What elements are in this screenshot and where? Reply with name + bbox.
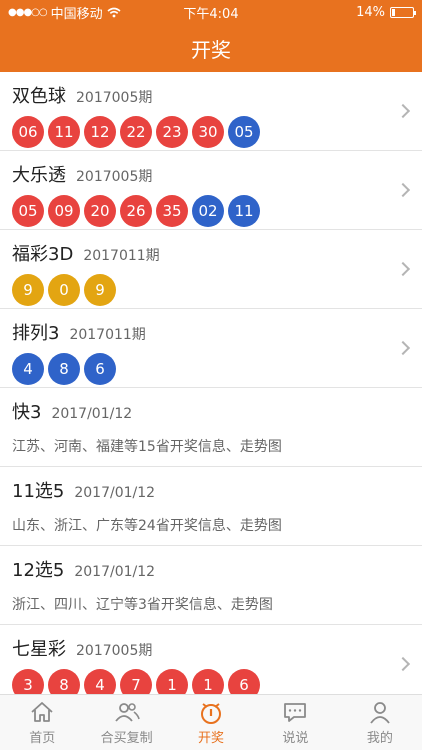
lottery-row-header: 双色球 2017005期 bbox=[12, 72, 410, 108]
lottery-period: 2017/01/12 bbox=[51, 406, 133, 422]
tab-label: 说说 bbox=[282, 731, 309, 746]
nav-bar: 开奖 bbox=[0, 24, 422, 72]
users-icon bbox=[114, 703, 140, 722]
lottery-title: 排列3 bbox=[12, 323, 60, 344]
red-ball: 35 bbox=[156, 195, 188, 227]
lottery-row-header: 排列3 2017011期 bbox=[12, 309, 410, 345]
lottery-row-header: 11选5 2017/01/12 bbox=[12, 467, 410, 503]
yellow-ball: 9 bbox=[12, 274, 44, 306]
tab-chat[interactable]: 说说 bbox=[253, 695, 337, 750]
lottery-row[interactable]: 快3 2017/01/12 江苏、河南、福建等15省开奖信息、走势图 bbox=[0, 388, 422, 467]
ball-group: 486 bbox=[12, 353, 410, 385]
lottery-row[interactable]: 11选5 2017/01/12 山东、浙江、广东等24省开奖信息、走势图 bbox=[0, 467, 422, 546]
lottery-period: 2017005期 bbox=[76, 643, 153, 659]
tab-label: 首页 bbox=[29, 731, 56, 746]
blue-ball: 6 bbox=[84, 353, 116, 385]
tab-label: 开奖 bbox=[198, 731, 225, 746]
tab-label: 合买复制 bbox=[100, 731, 153, 746]
lottery-description: 江苏、河南、福建等15省开奖信息、走势图 bbox=[12, 439, 282, 455]
yellow-ball: 9 bbox=[84, 274, 116, 306]
lottery-row-header: 快3 2017/01/12 bbox=[12, 388, 410, 424]
lottery-list: 双色球 2017005期 06 11 12 22 23 30 05 大乐透 2017005期 05 09… bbox=[0, 72, 422, 694]
lottery-row-header: 福彩3D 2017011期 bbox=[12, 230, 410, 266]
lottery-period: 2017005期 bbox=[76, 169, 153, 185]
lottery-row[interactable]: 双色球 2017005期 06 11 12 22 23 30 05 bbox=[0, 72, 422, 151]
wifi-icon bbox=[107, 7, 121, 17]
page-title: 开奖 bbox=[191, 37, 231, 62]
tab-lottery[interactable]: 开奖 bbox=[169, 695, 253, 750]
lottery-description: 山东、浙江、广东等24省开奖信息、走势图 bbox=[12, 518, 282, 534]
signal-icon: ●●●○○ bbox=[8, 6, 48, 18]
tab-home[interactable]: 首页 bbox=[0, 695, 84, 750]
status-bar: ●●●○○ 中国移动 下午4:04 14% bbox=[0, 0, 422, 24]
tab-bar: 首页 合买复制 开奖 说说 我的 bbox=[0, 694, 422, 750]
red-ball: 4 bbox=[84, 669, 116, 694]
blue-ball: 05 bbox=[228, 116, 260, 148]
red-ball: 22 bbox=[120, 116, 152, 148]
lottery-period: 2017/01/12 bbox=[74, 485, 156, 501]
red-ball: 30 bbox=[192, 116, 224, 148]
status-time: 下午4:04 bbox=[183, 6, 239, 22]
lottery-icon bbox=[201, 703, 222, 724]
ball-group: 3847116 bbox=[12, 669, 410, 694]
ball-group: 909 bbox=[12, 274, 410, 306]
red-ball: 6 bbox=[228, 669, 260, 694]
red-ball: 1 bbox=[156, 669, 188, 694]
red-ball: 7 bbox=[120, 669, 152, 694]
battery-percent: 14% bbox=[356, 4, 385, 20]
red-ball: 26 bbox=[120, 195, 152, 227]
red-ball: 1 bbox=[192, 669, 224, 694]
lottery-title: 福彩3D bbox=[12, 244, 74, 265]
battery-icon bbox=[390, 6, 416, 18]
lottery-row-header: 七星彩 2017005期 bbox=[12, 625, 410, 661]
tab-users[interactable]: 合买复制 bbox=[84, 695, 168, 750]
lottery-period: 2017/01/12 bbox=[74, 564, 156, 580]
tab-label: 我的 bbox=[366, 731, 393, 746]
red-ball: 11 bbox=[48, 116, 80, 148]
person-icon bbox=[370, 702, 390, 724]
lottery-period: 2017011期 bbox=[69, 327, 146, 343]
red-ball: 8 bbox=[48, 669, 80, 694]
yellow-ball: 0 bbox=[48, 274, 80, 306]
lottery-row[interactable]: 排列3 2017011期 4 8 6 bbox=[0, 309, 422, 388]
carrier-label: 中国移动 bbox=[50, 6, 103, 22]
blue-ball: 8 bbox=[48, 353, 80, 385]
red-ball: 05 bbox=[12, 195, 44, 227]
red-ball: 09 bbox=[48, 195, 80, 227]
lottery-period: 2017005期 bbox=[76, 90, 153, 106]
red-ball: 06 bbox=[12, 116, 44, 148]
red-ball: 3 bbox=[12, 669, 44, 694]
lottery-title: 大乐透 bbox=[12, 165, 66, 186]
red-ball: 23 bbox=[156, 116, 188, 148]
lottery-description: 浙江、四川、辽宁等3省开奖信息、走势图 bbox=[12, 597, 273, 613]
lottery-row-header: 大乐透 2017005期 bbox=[12, 151, 410, 187]
blue-ball: 11 bbox=[228, 195, 260, 227]
lottery-row[interactable]: 12选5 2017/01/12 浙江、四川、辽宁等3省开奖信息、走势图 bbox=[0, 546, 422, 625]
lottery-title: 七星彩 bbox=[12, 639, 66, 660]
blue-ball: 02 bbox=[192, 195, 224, 227]
red-ball: 20 bbox=[84, 195, 116, 227]
battery-fill bbox=[392, 8, 395, 16]
blue-ball: 4 bbox=[12, 353, 44, 385]
ball-group: 06 11 12 22 23 30 05 bbox=[12, 116, 410, 148]
home-icon bbox=[31, 702, 53, 722]
lottery-title: 12选5 bbox=[12, 560, 65, 581]
lottery-period: 2017011期 bbox=[83, 248, 160, 264]
lottery-title: 双色球 bbox=[12, 86, 66, 107]
lottery-row-header: 12选5 2017/01/12 bbox=[12, 546, 410, 582]
lottery-title: 快3 bbox=[12, 402, 42, 423]
chat-icon bbox=[284, 703, 307, 722]
lottery-title: 11选5 bbox=[12, 481, 65, 502]
tab-person[interactable]: 我的 bbox=[338, 695, 422, 750]
lottery-row[interactable]: 七星彩 2017005期 3 8 4 7 1 1 6 bbox=[0, 625, 422, 694]
ball-group: 05 09 20 26 35 02 11 bbox=[12, 195, 410, 227]
red-ball: 12 bbox=[84, 116, 116, 148]
lottery-row[interactable]: 大乐透 2017005期 05 09 20 26 35 02 11 bbox=[0, 151, 422, 230]
lottery-row[interactable]: 福彩3D 2017011期 9 0 9 bbox=[0, 230, 422, 309]
